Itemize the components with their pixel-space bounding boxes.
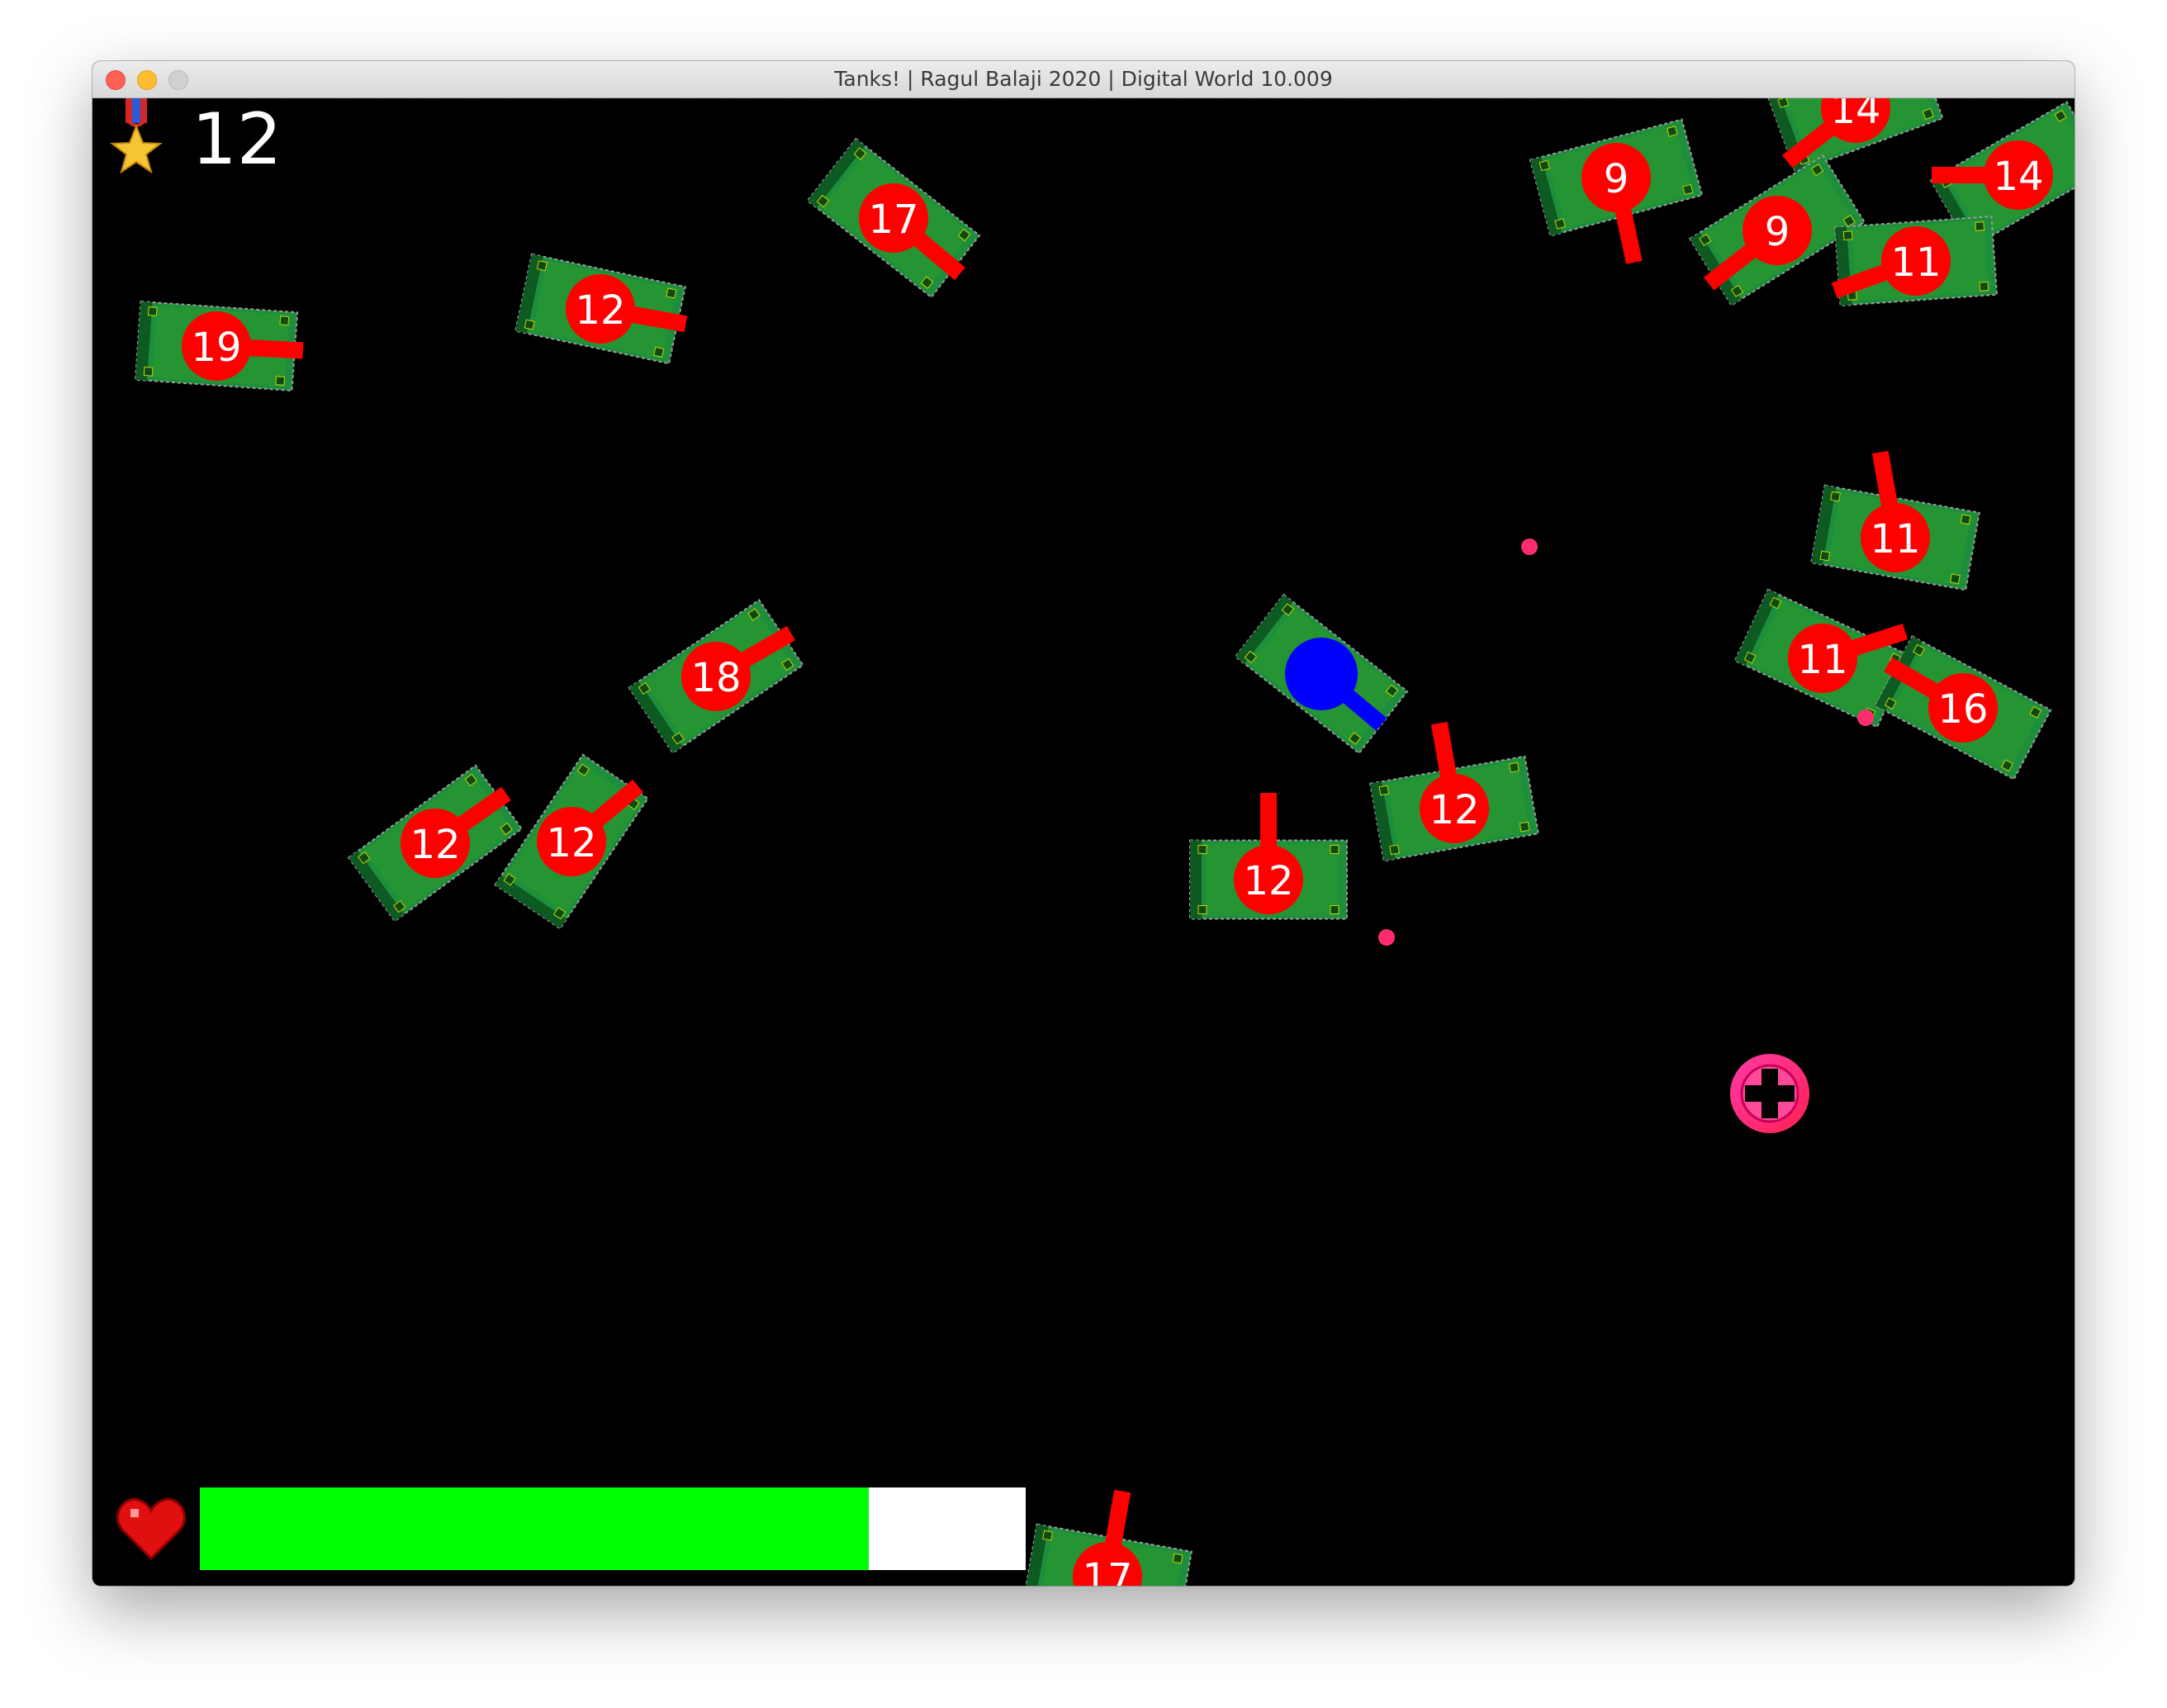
enemy-hp-label: 18 xyxy=(690,655,741,701)
player-tank[interactable] xyxy=(1234,593,1409,755)
enemy-tank: 17 xyxy=(1022,1489,1193,1586)
enemy-hp-label: 12 xyxy=(546,820,596,866)
enemy-hp-label: 17 xyxy=(868,197,918,243)
enemy-hp-label: 12 xyxy=(410,822,460,868)
enemy-tank: 9 xyxy=(1529,118,1704,264)
enemy-hp-label: 16 xyxy=(1937,686,1988,733)
enemy-tank: 18 xyxy=(628,599,804,754)
game-scene: 1712199149141117111116181212121217 xyxy=(134,98,2075,1586)
enemy-hp-label: 12 xyxy=(575,287,625,334)
heart-icon xyxy=(116,1497,186,1561)
enemy-tank: 12 xyxy=(514,253,688,365)
enemy-tank: 16 xyxy=(1874,635,2052,780)
bullets-layer xyxy=(1378,538,1874,946)
window-title: Tanks! | Ragul Balaji 2020 | Digital Wor… xyxy=(834,67,1333,91)
enemy-tank: 12 xyxy=(494,753,649,930)
enemy-tank: 19 xyxy=(134,300,304,392)
game-window: Tanks! | Ragul Balaji 2020 | Digital Wor… xyxy=(92,61,2075,1586)
enemy-tank: 11 xyxy=(1810,450,1980,591)
enemy-hp-label: 19 xyxy=(191,325,241,371)
enemy-tank: 12 xyxy=(1189,793,1348,920)
game-canvas[interactable]: 1712199149141117111116181212121217 12 xyxy=(92,98,2075,1586)
enemy-hp-label: 11 xyxy=(1870,516,1920,562)
enemy-hp-label: 9 xyxy=(1604,156,1629,202)
medal-star-icon xyxy=(110,98,163,174)
health-bar xyxy=(200,1487,1026,1570)
medical-cross-icon xyxy=(1730,1054,1809,1133)
enemy-hp-label: 11 xyxy=(1890,240,1941,286)
enemy-hp-label: 12 xyxy=(1429,787,1479,833)
enemy-tank: 17 xyxy=(806,137,981,299)
enemy-hp-label: 9 xyxy=(1765,209,1790,255)
enemy-tank: 11 xyxy=(1831,215,1999,307)
enemy-hp-label: 14 xyxy=(1993,154,2043,200)
enemy-hp-label: 12 xyxy=(1243,858,1293,904)
enemy-tank: 12 xyxy=(347,764,524,923)
bullet xyxy=(1857,709,1874,726)
title-bar: Tanks! | Ragul Balaji 2020 | Digital Wor… xyxy=(92,61,2075,98)
bullet xyxy=(1378,929,1395,946)
enemy-hp-label: 14 xyxy=(1830,98,1880,133)
player-turret xyxy=(1285,638,1358,710)
bullet xyxy=(1521,538,1538,555)
enemy-hp-label: 11 xyxy=(1797,637,1847,683)
health-bar-fill xyxy=(200,1487,869,1570)
score-value: 12 xyxy=(192,98,282,181)
tanks-layer: 1712199149141117111116181212121217 xyxy=(134,98,2075,1586)
enemy-tank: 14 xyxy=(1767,98,1944,173)
pickups-layer xyxy=(1730,1054,1809,1133)
enemy-hp-label: 17 xyxy=(1082,1555,1132,1586)
enemy-tank: 12 xyxy=(1369,721,1539,862)
